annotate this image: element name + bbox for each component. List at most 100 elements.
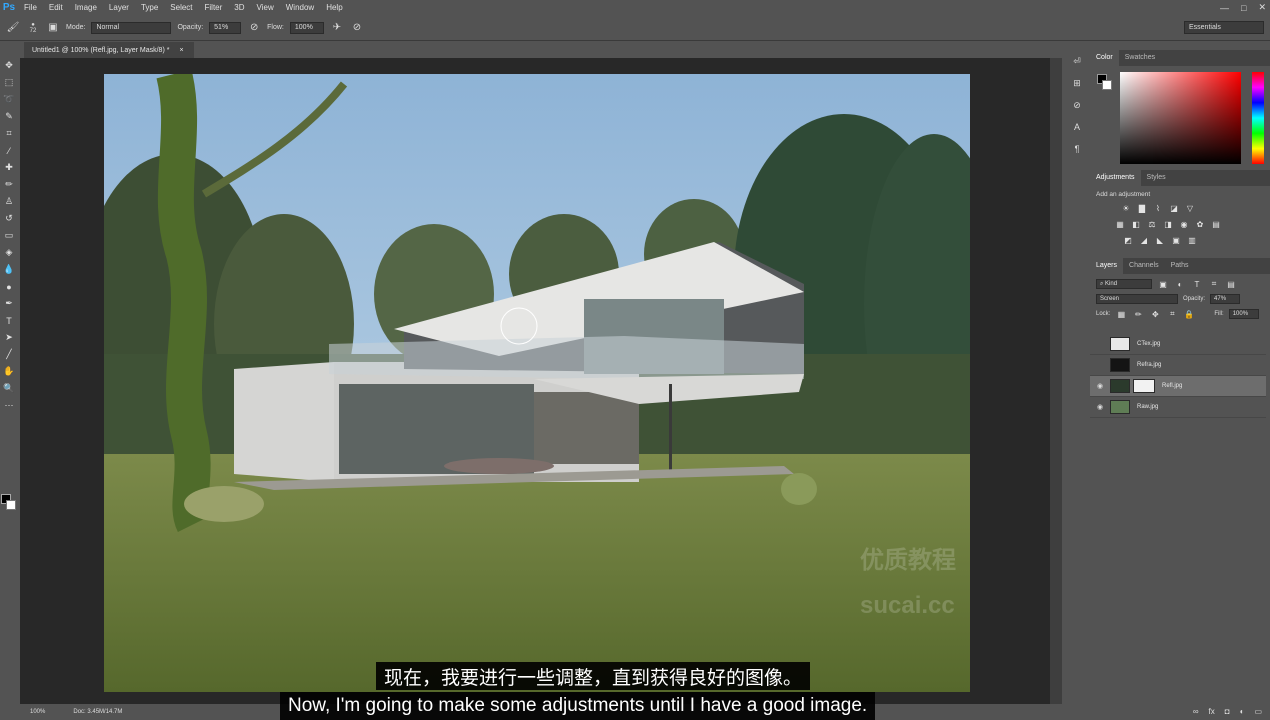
menu-layer[interactable]: Layer: [103, 0, 135, 15]
new-group-icon[interactable]: ▭: [1254, 707, 1262, 716]
layer-opacity-field[interactable]: 47%: [1210, 294, 1241, 304]
brush-tool-icon[interactable]: 🖌: [6, 21, 20, 35]
add-mask-icon[interactable]: ◘: [1225, 707, 1230, 716]
eye-icon[interactable]: ◉: [1090, 382, 1110, 390]
lock-position-icon[interactable]: ✥: [1149, 308, 1161, 320]
history-panel-icon[interactable]: ⏎: [1070, 54, 1084, 68]
new-adjustment-icon[interactable]: ◐: [1240, 707, 1245, 716]
pen-tool-icon[interactable]: ✒: [1, 295, 17, 312]
zoom-level[interactable]: 100%: [30, 709, 45, 715]
eye-icon[interactable]: ◉: [1090, 403, 1110, 411]
tab-layers[interactable]: Layers: [1090, 258, 1124, 274]
filter-pixel-icon[interactable]: ▣: [1157, 278, 1169, 290]
pressure-opacity-icon[interactable]: ⊘: [247, 21, 261, 35]
layer-row[interactable]: Refra.jpg: [1090, 355, 1266, 376]
maximize-button[interactable]: □: [1241, 3, 1246, 13]
layer-row[interactable]: CTex.jpg: [1090, 334, 1266, 355]
background-color-swatch[interactable]: [6, 500, 16, 510]
filter-type-icon[interactable]: T: [1191, 278, 1203, 290]
lock-artboard-icon[interactable]: ⌗: [1166, 308, 1178, 320]
color-lookup-icon[interactable]: ▤: [1210, 218, 1222, 230]
threshold-icon[interactable]: ◣: [1154, 234, 1166, 246]
minimize-button[interactable]: —: [1220, 3, 1229, 13]
crop-tool-icon[interactable]: ⌗: [1, 125, 17, 142]
move-tool-icon[interactable]: ✥: [1, 57, 17, 74]
brush-tool-icon[interactable]: ✏: [1, 176, 17, 193]
layer-row[interactable]: ◉ Raw.jpg: [1090, 397, 1266, 418]
levels-icon[interactable]: ▇: [1136, 202, 1148, 214]
tab-channels[interactable]: Channels: [1123, 258, 1165, 274]
color-picker-field[interactable]: [1120, 72, 1241, 164]
gradient-map-icon[interactable]: ▽: [1184, 202, 1196, 214]
paint-bucket-tool-icon[interactable]: ◈: [1, 244, 17, 261]
tab-color[interactable]: Color: [1090, 50, 1119, 66]
document-size[interactable]: Doc: 3.45M/14.7M: [73, 709, 122, 715]
photo-filter-icon[interactable]: ◉: [1178, 218, 1190, 230]
close-tab-icon[interactable]: ×: [179, 47, 183, 54]
fill-field[interactable]: 100%: [1228, 309, 1259, 319]
hue-saturation-icon[interactable]: ◧: [1130, 218, 1142, 230]
selective-color-icon[interactable]: ▣: [1170, 234, 1182, 246]
vibrance-icon[interactable]: ▦: [1114, 218, 1126, 230]
curves-icon[interactable]: ⌇: [1152, 202, 1164, 214]
airbrush-icon[interactable]: ✈: [330, 21, 344, 35]
exposure-icon[interactable]: ◪: [1168, 202, 1180, 214]
menu-window[interactable]: Window: [280, 0, 320, 15]
eyedropper-tool-icon[interactable]: ⁄: [1, 142, 17, 159]
menu-image[interactable]: Image: [69, 0, 103, 15]
layer-style-icon[interactable]: fx: [1209, 707, 1215, 716]
properties-panel-icon[interactable]: ⊞: [1070, 76, 1084, 90]
layer-kind-filter[interactable]: ⌕ Kind: [1096, 279, 1152, 289]
invert-icon[interactable]: ◩: [1122, 234, 1134, 246]
black-white-icon[interactable]: ◨: [1162, 218, 1174, 230]
workspace-select[interactable]: Essentials: [1184, 21, 1264, 34]
tab-paths[interactable]: Paths: [1165, 258, 1195, 274]
tool-presets-icon[interactable]: ⊘: [1070, 98, 1084, 112]
hue-slider[interactable]: [1252, 72, 1264, 164]
tab-swatches[interactable]: Swatches: [1119, 50, 1161, 66]
vertical-scrollbar[interactable]: [1050, 58, 1062, 704]
menu-3d[interactable]: 3D: [228, 0, 250, 15]
lock-all-icon[interactable]: 🔒: [1183, 308, 1195, 320]
menu-file[interactable]: File: [18, 0, 43, 15]
marquee-tool-icon[interactable]: ⬚: [1, 74, 17, 91]
brush-preset-picker[interactable]: ● 72: [26, 21, 40, 35]
menu-edit[interactable]: Edit: [43, 0, 69, 15]
quick-select-tool-icon[interactable]: ✎: [1, 108, 17, 125]
type-tool-icon[interactable]: T: [1, 312, 17, 329]
channel-mixer-icon[interactable]: ✿: [1194, 218, 1206, 230]
layer-row-selected[interactable]: ◉ Refl.jpg: [1090, 376, 1266, 397]
flow-field[interactable]: 100%: [289, 21, 324, 34]
brush-panel-toggle-icon[interactable]: ▣: [46, 21, 60, 35]
color-background-swatch[interactable]: [1102, 80, 1112, 90]
history-brush-tool-icon[interactable]: ↺: [1, 210, 17, 227]
healing-brush-tool-icon[interactable]: ✚: [1, 159, 17, 176]
document-image[interactable]: [104, 74, 970, 692]
color-balance-icon[interactable]: ⚖: [1146, 218, 1158, 230]
gradient-adjust-icon[interactable]: ▥: [1186, 234, 1198, 246]
close-window-button[interactable]: ✕: [1258, 2, 1266, 13]
tab-styles[interactable]: Styles: [1141, 170, 1172, 186]
menu-help[interactable]: Help: [320, 0, 348, 15]
blur-tool-icon[interactable]: 💧: [1, 261, 17, 278]
dodge-tool-icon[interactable]: ●: [1, 278, 17, 295]
brightness-contrast-icon[interactable]: ☀: [1120, 202, 1132, 214]
lock-transparent-icon[interactable]: ▦: [1115, 308, 1127, 320]
character-panel-icon[interactable]: A: [1070, 120, 1084, 134]
more-tools-icon[interactable]: ⋯: [1, 397, 17, 414]
pressure-size-icon[interactable]: ⊘: [350, 21, 364, 35]
menu-filter[interactable]: Filter: [199, 0, 229, 15]
menu-select[interactable]: Select: [164, 0, 198, 15]
posterize-icon[interactable]: ◢: [1138, 234, 1150, 246]
mode-select[interactable]: Normal: [91, 21, 172, 34]
link-layers-icon[interactable]: ∞: [1193, 707, 1199, 716]
lasso-tool-icon[interactable]: ➰: [1, 91, 17, 108]
blend-mode-select[interactable]: Screen: [1096, 294, 1178, 304]
layer-mask-thumbnail[interactable]: [1133, 379, 1155, 393]
opacity-field[interactable]: 51%: [209, 21, 242, 34]
lock-pixels-icon[interactable]: ✏: [1132, 308, 1144, 320]
filter-adjustment-icon[interactable]: ◐: [1174, 278, 1186, 290]
menu-view[interactable]: View: [251, 0, 280, 15]
menu-type[interactable]: Type: [135, 0, 164, 15]
tab-adjustments[interactable]: Adjustments: [1090, 170, 1141, 186]
